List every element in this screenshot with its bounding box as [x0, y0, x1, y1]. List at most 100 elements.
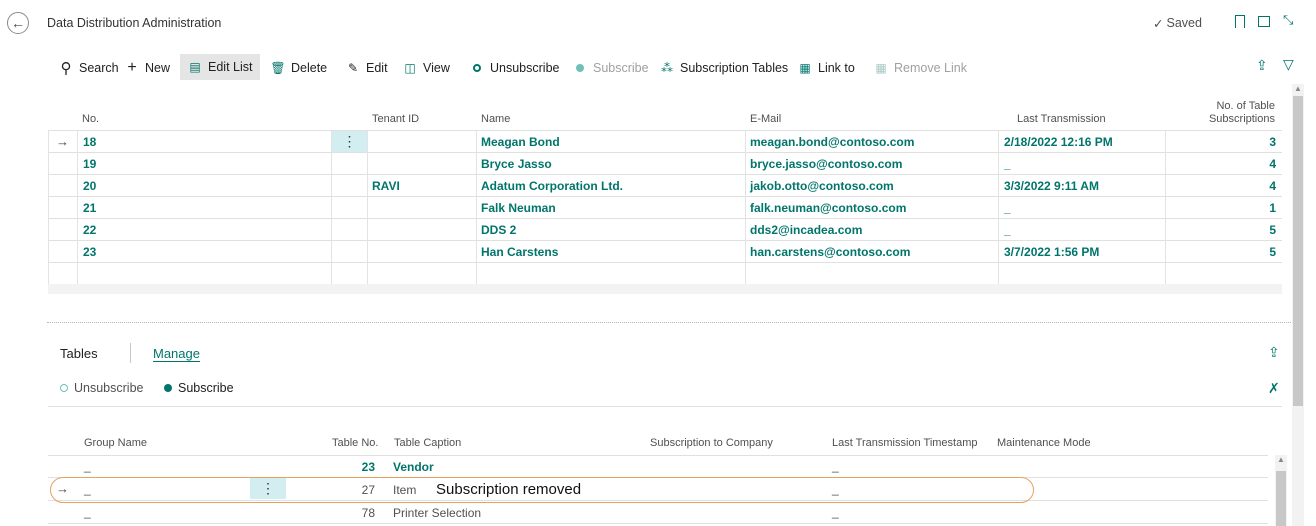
cell-last-timestamp[interactable]: _	[832, 459, 839, 473]
sub-unsubscribe-button[interactable]: Unsubscribe	[60, 381, 143, 395]
col-header-subscriptions[interactable]: No. of Table Subscriptions	[1190, 100, 1275, 126]
col-header-no[interactable]: No.	[82, 113, 99, 125]
search-label: Search	[79, 61, 119, 75]
col-header-group-name[interactable]: Group Name	[84, 437, 147, 449]
cell-table-no[interactable]: 78	[340, 506, 375, 520]
cell-subscriptions[interactable]: 4	[1260, 157, 1276, 171]
cell-subscriptions[interactable]: 3	[1260, 135, 1276, 149]
delete-button[interactable]: 🗑 Delete	[270, 58, 328, 78]
cell-email[interactable]: meagan.bond@contoso.com	[750, 135, 914, 149]
view-label: View	[423, 61, 450, 75]
cell-last-transmission[interactable]: 2/18/2022 12:16 PM	[1004, 135, 1113, 149]
row-actions-button[interactable]: ⋮	[332, 131, 367, 152]
col-header-name[interactable]: Name	[481, 113, 510, 125]
cell-last-transmission[interactable]: 3/7/2022 1:56 PM	[1004, 245, 1099, 259]
remove-link-button[interactable]: ▦ Remove Link	[874, 58, 967, 78]
col-header-maintenance-mode[interactable]: Maintenance Mode	[997, 437, 1091, 449]
cell-name[interactable]: Bryce Jasso	[481, 157, 552, 171]
col-header-last-transmission-timestamp[interactable]: Last Transmission Timestamp	[832, 437, 978, 449]
new-button[interactable]: + New	[125, 58, 170, 78]
cell-subscriptions[interactable]: 5	[1260, 223, 1276, 237]
col-header-table-no[interactable]: Table No.	[332, 437, 378, 449]
saved-label: Saved	[1166, 16, 1202, 30]
col-header-last-transmission[interactable]: Last Transmission	[1017, 113, 1106, 125]
delete-label: Delete	[291, 61, 328, 75]
cell-last-transmission[interactable]: _	[1004, 223, 1011, 237]
page-scrollbar-up-arrow[interactable]: ▲	[1292, 84, 1304, 93]
cell-no[interactable]: 23	[83, 245, 96, 259]
cell-last-transmission[interactable]: 3/3/2022 9:11 AM	[1004, 179, 1099, 193]
cell-subscriptions[interactable]: 1	[1260, 201, 1276, 215]
cell-subscriptions[interactable]: 4	[1260, 179, 1276, 193]
subpage-scrollbar-thumb[interactable]	[1276, 471, 1286, 526]
tab-manage[interactable]: Manage	[153, 346, 200, 362]
search-button[interactable]: ⚲ Search	[59, 58, 119, 78]
subpage-scrollbar[interactable]: ▲	[1275, 455, 1287, 526]
col-header-table-caption[interactable]: Table Caption	[394, 437, 461, 449]
cell-group-name[interactable]: _	[84, 459, 91, 473]
sub-subscribe-button[interactable]: Subscribe	[164, 381, 234, 395]
current-row-arrow-icon: →	[56, 134, 69, 149]
cell-email[interactable]: han.carstens@contoso.com	[750, 245, 910, 259]
trash-icon: 🗑	[270, 61, 286, 75]
cell-no[interactable]: 22	[83, 223, 96, 237]
collapse-icon[interactable]: ⤡	[1283, 12, 1293, 28]
cell-no[interactable]: 19	[83, 157, 96, 171]
circle-outline-icon	[60, 384, 68, 392]
view-button[interactable]: ◫ View	[403, 58, 450, 78]
cell-no[interactable]: 21	[83, 201, 96, 215]
plus-icon: +	[127, 59, 137, 76]
cell-name[interactable]: DDS 2	[481, 223, 516, 237]
col-header-subscription-to-company[interactable]: Subscription to Company	[650, 437, 773, 449]
sub-subscribe-label: Subscribe	[178, 381, 234, 395]
page-scrollbar[interactable]: ▲	[1292, 84, 1304, 526]
splitter[interactable]	[47, 322, 1291, 323]
cell-group-name[interactable]: _	[84, 505, 91, 519]
cell-email[interactable]: jakob.otto@contoso.com	[750, 179, 894, 193]
cell-table-caption[interactable]: Printer Selection	[393, 506, 481, 520]
cell-last-transmission[interactable]: _	[1004, 201, 1011, 215]
saved-status: ✓ Saved	[1153, 16, 1202, 31]
cell-last-transmission[interactable]: _	[1004, 157, 1011, 171]
subpage-share-icon[interactable]: ⇪	[1268, 344, 1280, 361]
unsubscribe-label: Unsubscribe	[490, 61, 560, 75]
cell-table-caption[interactable]: Vendor	[393, 460, 434, 474]
subpage-scrollbar-up-arrow[interactable]: ▲	[1275, 455, 1287, 464]
col-header-tenant[interactable]: Tenant ID	[372, 113, 419, 125]
col-header-email[interactable]: E-Mail	[750, 113, 781, 125]
edit-label: Edit	[366, 61, 388, 75]
cell-email[interactable]: falk.neuman@contoso.com	[750, 201, 906, 215]
subscribe-button[interactable]: Subscribe	[573, 58, 649, 78]
cell-subscriptions[interactable]: 5	[1260, 245, 1276, 259]
back-button[interactable]: ←	[7, 12, 29, 34]
edit-button[interactable]: ✎ Edit	[346, 58, 388, 78]
cell-last-timestamp[interactable]: _	[832, 505, 839, 519]
cell-name[interactable]: Falk Neuman	[481, 201, 556, 215]
page-title: Data Distribution Administration	[47, 16, 222, 30]
cell-no[interactable]: 20	[83, 179, 96, 193]
link-icon: ▦	[799, 61, 811, 75]
cell-tenant[interactable]: RAVI	[372, 179, 400, 193]
page-scrollbar-thumb[interactable]	[1293, 96, 1303, 406]
cell-no[interactable]: 18	[83, 135, 96, 149]
col-header-subscriptions-line1: No. of Table	[1216, 100, 1275, 112]
bookmark-icon[interactable]	[1235, 15, 1245, 28]
cell-name[interactable]: Han Carstens	[481, 245, 558, 259]
tab-divider	[130, 343, 131, 363]
pin-icon[interactable]: ✗	[1268, 380, 1280, 397]
link-to-label: Link to	[818, 61, 855, 75]
cell-name[interactable]: Adatum Corporation Ltd.	[481, 179, 623, 193]
cell-email[interactable]: bryce.jasso@contoso.com	[750, 157, 902, 171]
filter-icon[interactable]: ▽	[1283, 56, 1294, 73]
cell-name[interactable]: Meagan Bond	[481, 135, 560, 149]
link-to-button[interactable]: ▦ Link to	[798, 58, 855, 78]
subscription-tables-button[interactable]: ⁂ Subscription Tables	[660, 58, 788, 78]
edit-list-button[interactable]: ▤ Edit List	[180, 54, 261, 80]
unsubscribe-button[interactable]: Unsubscribe	[470, 58, 559, 78]
open-new-window-icon[interactable]	[1258, 16, 1270, 27]
circle-outline-icon	[470, 61, 484, 75]
cell-email[interactable]: dds2@incadea.com	[750, 223, 862, 237]
cell-table-no[interactable]: 23	[340, 460, 375, 474]
share-icon[interactable]: ⇪	[1256, 57, 1268, 74]
tab-tables[interactable]: Tables	[60, 346, 98, 361]
